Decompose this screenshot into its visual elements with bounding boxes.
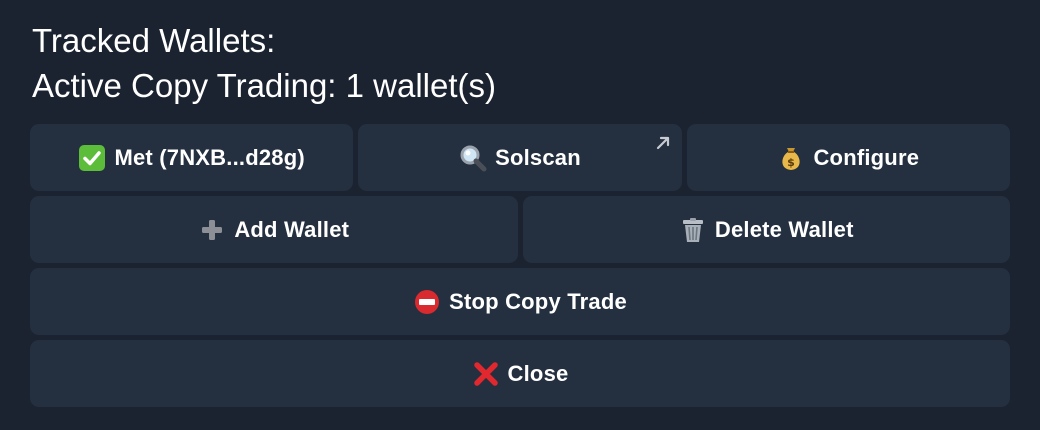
message-status: Active Copy Trading: 1 wallet(s) <box>32 67 497 104</box>
keyboard-row-4: Close <box>30 340 1010 407</box>
message-title: Tracked Wallets: <box>32 22 276 59</box>
wallet-button-label: Met (7NXB...d28g) <box>114 144 305 170</box>
external-link-arrow-icon <box>654 132 672 150</box>
stop-copy-trade-button[interactable]: Stop Copy Trade <box>30 268 1010 335</box>
add-wallet-button-label: Add Wallet <box>234 216 350 242</box>
wallet-button[interactable]: Met (7NXB...d28g) <box>30 124 354 191</box>
solscan-button-label: Solscan <box>495 144 581 170</box>
check-mark-icon <box>78 144 106 172</box>
trash-can-icon <box>679 216 707 244</box>
delete-wallet-button-label: Delete Wallet <box>714 216 854 242</box>
money-bag-icon: $ <box>777 144 805 172</box>
stop-copy-trade-button-label: Stop Copy Trade <box>449 288 627 314</box>
keyboard-row-3: Stop Copy Trade <box>30 268 1010 335</box>
configure-button[interactable]: $ Configure <box>686 124 1010 191</box>
keyboard-row-2: Add Wallet Delete Wallet <box>30 196 1010 263</box>
delete-wallet-button[interactable]: Delete Wallet <box>522 196 1010 263</box>
svg-text:$: $ <box>788 156 796 169</box>
configure-button-label: Configure <box>813 144 920 170</box>
bot-message: Tracked Wallets: Active Copy Trading: 1 … <box>32 18 496 108</box>
keyboard-row-1: Met (7NXB...d28g) Solscan $ Configure <box>30 124 1010 191</box>
close-button[interactable]: Close <box>30 340 1010 407</box>
solscan-button[interactable]: Solscan <box>358 124 682 191</box>
add-wallet-button[interactable]: Add Wallet <box>30 196 518 263</box>
no-entry-icon <box>413 288 441 316</box>
cross-mark-icon <box>472 360 500 388</box>
close-button-label: Close <box>507 360 569 386</box>
magnifier-icon <box>459 144 487 172</box>
plus-icon <box>198 216 226 244</box>
inline-keyboard: Met (7NXB...d28g) Solscan $ Configure Ad… <box>30 124 1010 412</box>
